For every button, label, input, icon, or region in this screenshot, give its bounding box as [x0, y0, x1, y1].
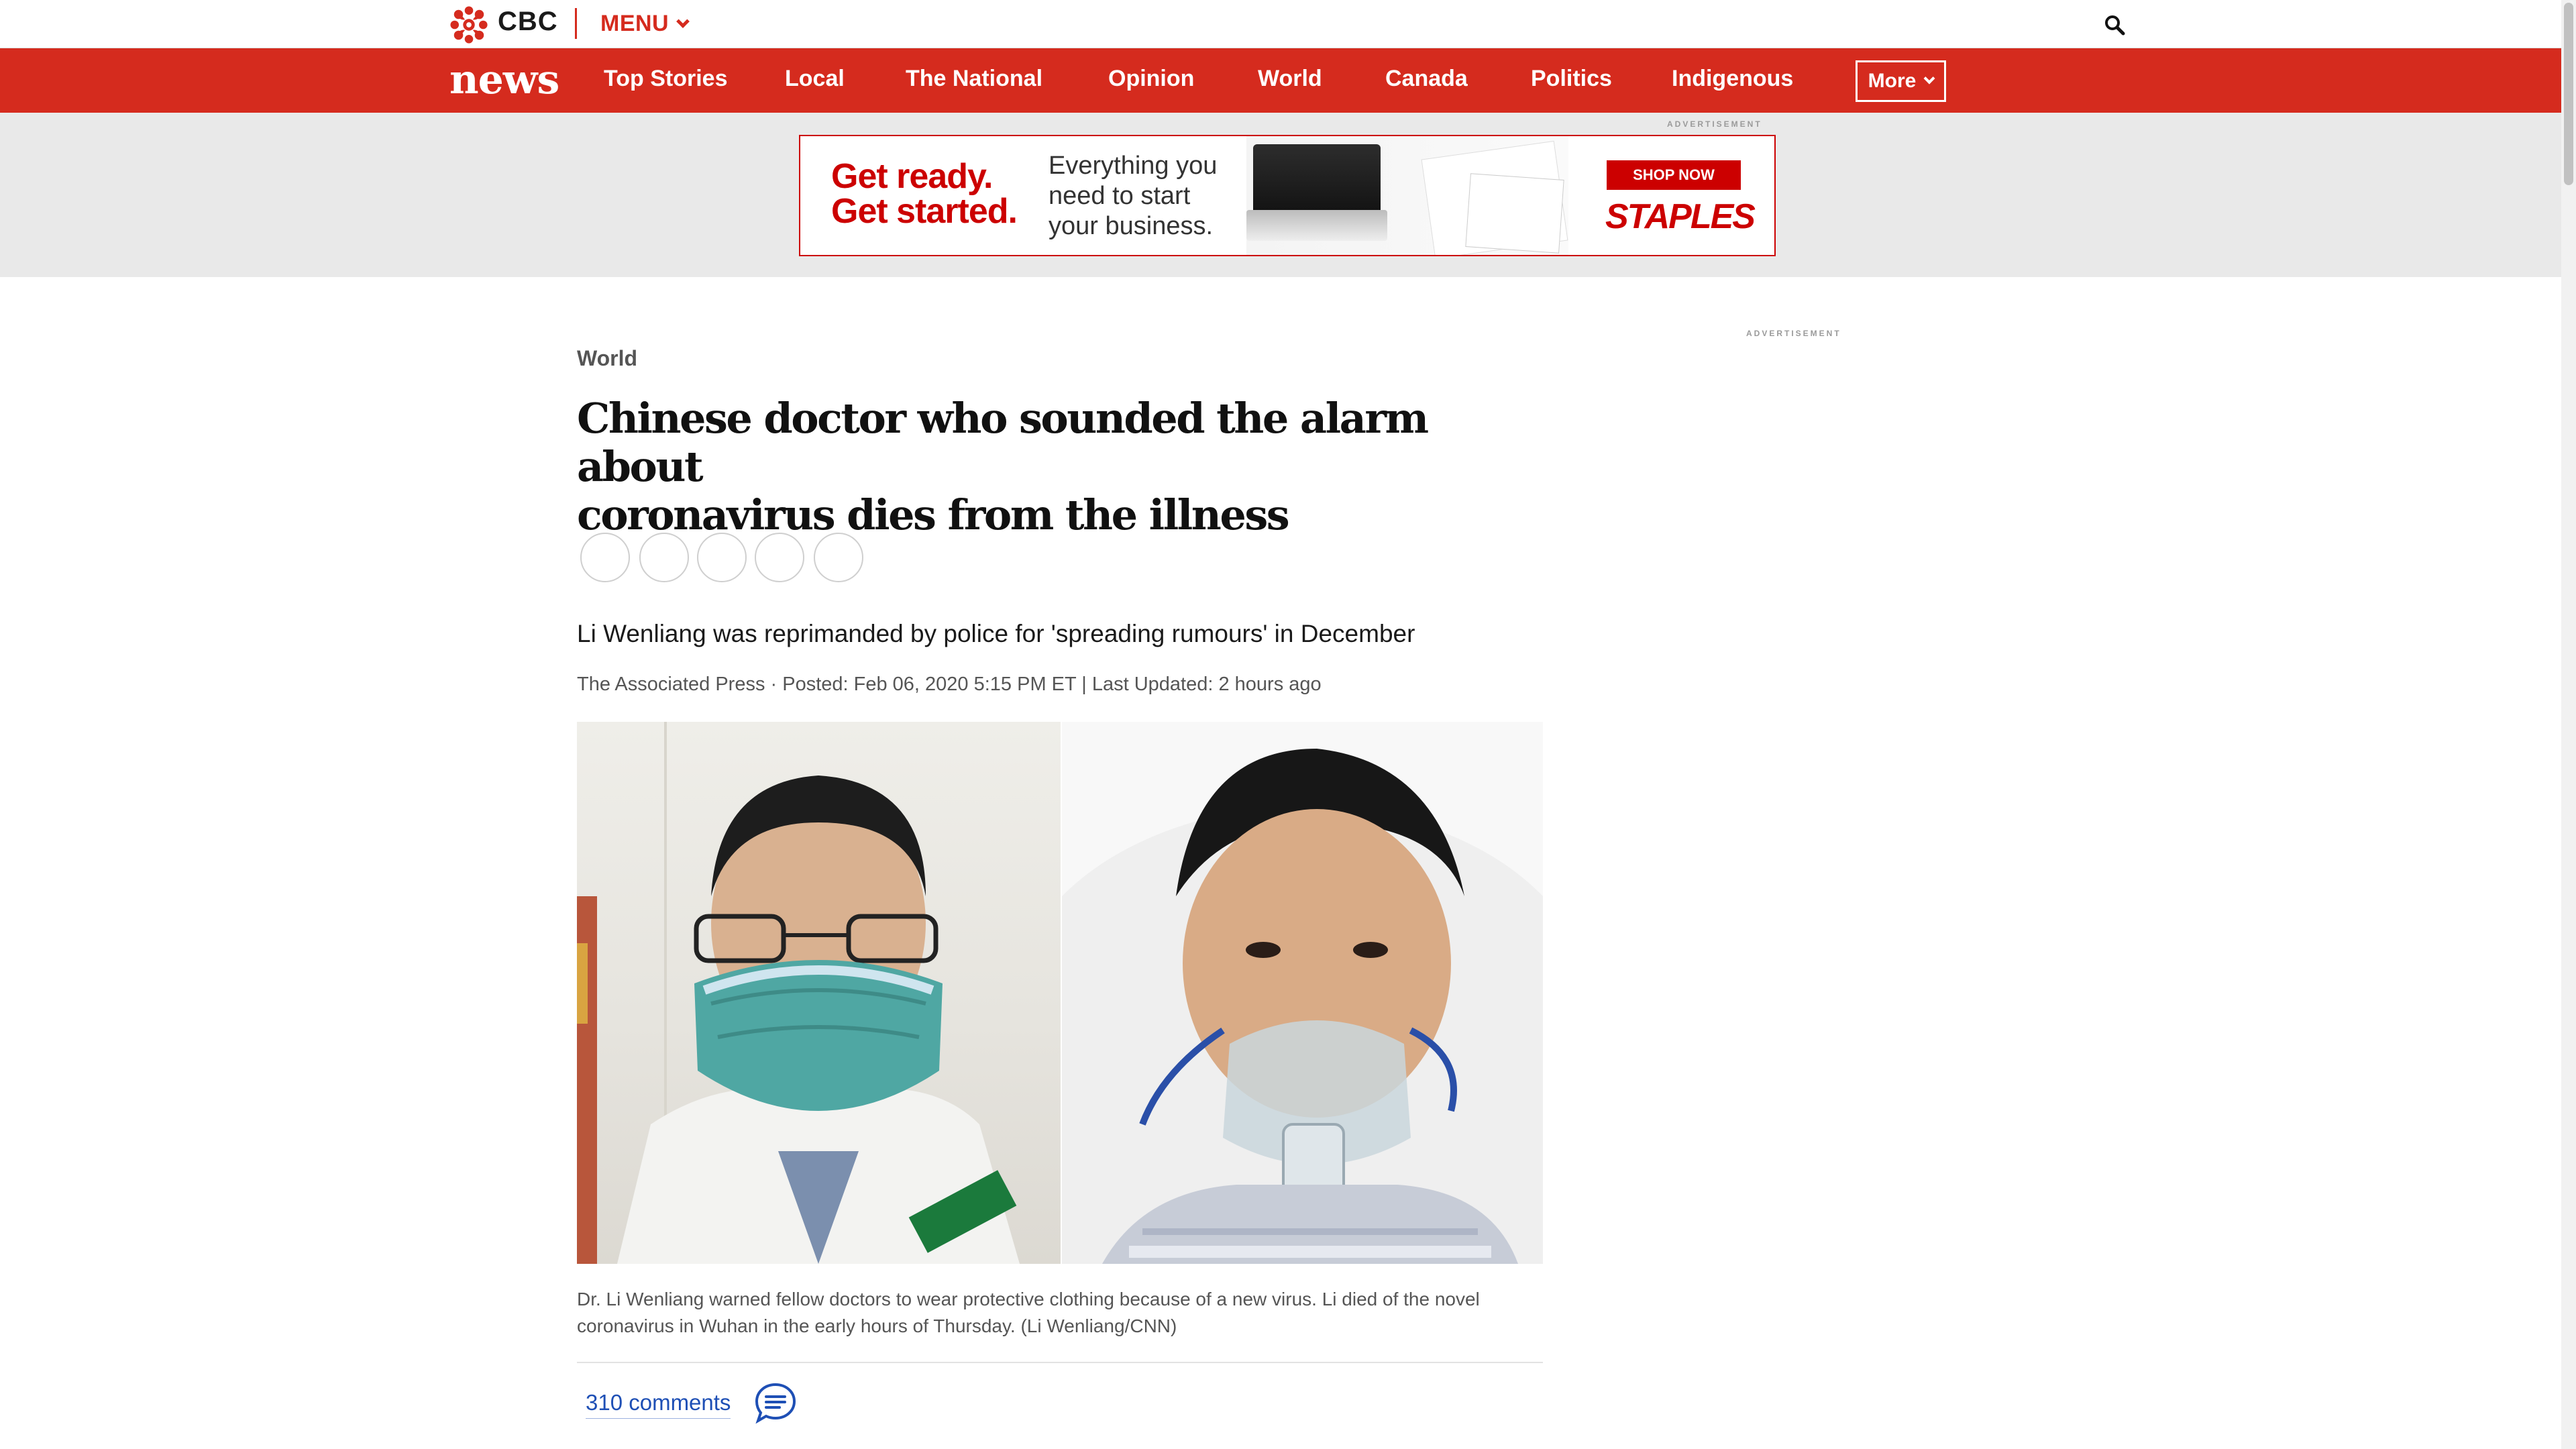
sidebar-ad-label: ADVERTISEMENT: [1746, 329, 1841, 338]
chevron-down-icon: [1923, 72, 1935, 85]
stamp-base: [1246, 210, 1387, 241]
nav-item-opinion[interactable]: Opinion: [1108, 66, 1194, 92]
ad-headline-line-1: Get ready.: [831, 157, 993, 196]
comments-link[interactable]: 310 comments: [586, 1390, 731, 1419]
top-divider: [575, 8, 577, 39]
nav-item-local[interactable]: Local: [785, 66, 845, 92]
stamp-body: [1253, 144, 1381, 218]
cbc-wordmark[interactable]: CBC: [498, 7, 558, 37]
staples-ad-banner[interactable]: Get ready. Get started. Everything you n…: [799, 135, 1776, 256]
comments-icon[interactable]: [753, 1381, 798, 1425]
section-label[interactable]: World: [577, 346, 637, 371]
staples-logo: STAPLES: [1605, 197, 1756, 236]
nav-item-politics[interactable]: Politics: [1531, 66, 1612, 92]
photo-caption: Dr. Li Wenliang warned fellow doctors to…: [577, 1286, 1543, 1340]
menu-button[interactable]: MENU: [600, 11, 690, 37]
caption-line-2: coronavirus in Wuhan in the early hours …: [577, 1316, 1177, 1336]
ad-headline: Get ready. Get started.: [831, 157, 1018, 231]
divider: [577, 1362, 1543, 1363]
scrollbar[interactable]: [2561, 0, 2576, 1449]
share-icon-2[interactable]: [639, 533, 689, 582]
share-icon-1[interactable]: [580, 533, 630, 582]
news-logo[interactable]: news: [449, 56, 559, 103]
ad-label: ADVERTISEMENT: [1667, 119, 1762, 129]
article-photo[interactable]: [577, 722, 1543, 1264]
cbc-gem-icon[interactable]: [449, 5, 488, 44]
ad-product-image: [1246, 136, 1568, 255]
scrollbar-thumb[interactable]: [2564, 3, 2573, 185]
nav-item-the-national[interactable]: The National: [906, 66, 1042, 92]
share-icon-5[interactable]: [814, 533, 863, 582]
nav-item-indigenous[interactable]: Indigenous: [1672, 66, 1793, 92]
ad-sub-line-1: Everything you: [1049, 152, 1218, 180]
menu-label: MENU: [600, 11, 669, 36]
caption-line-1: Dr. Li Wenliang warned fellow doctors to…: [577, 1289, 1480, 1309]
ad-sub-line-3: your business.: [1049, 212, 1214, 240]
article-byline: The Associated Press · Posted: Feb 06, 2…: [577, 674, 1322, 695]
search-icon[interactable]: [2103, 13, 2126, 36]
ad-sub-line-2: need to start: [1049, 182, 1191, 210]
article-deck: Li Wenliang was reprimanded by police fo…: [577, 620, 1415, 647]
ad-paper-image-2: [1465, 173, 1564, 254]
shop-now-button[interactable]: SHOP NOW: [1607, 160, 1741, 190]
main-nav: news Top Stories Local The National Opin…: [0, 48, 2561, 113]
more-label: More: [1868, 70, 1917, 92]
share-icon-4[interactable]: [755, 533, 804, 582]
doctor-hospital-illustration: [1062, 722, 1543, 1264]
ad-band: ADVERTISEMENT Get ready. Get started. Ev…: [0, 113, 2561, 277]
nav-item-top-stories[interactable]: Top Stories: [604, 66, 728, 92]
headline-line-1: Chinese doctor who sounded the alarm abo…: [577, 394, 1429, 491]
top-utility-bar: CBC MENU: [0, 0, 2561, 48]
nav-item-world[interactable]: World: [1258, 66, 1322, 92]
article-headline: Chinese doctor who sounded the alarm abo…: [577, 394, 1556, 539]
photo-left-panel: [577, 722, 1061, 1264]
nav-item-canada[interactable]: Canada: [1385, 66, 1468, 92]
share-icon-3[interactable]: [697, 533, 747, 582]
ad-subtext: Everything you need to start your busine…: [1049, 151, 1217, 241]
doctor-masked-illustration: [577, 722, 1020, 1264]
more-button[interactable]: More: [1856, 60, 1946, 102]
ad-headline-line-2: Get started.: [831, 192, 1018, 231]
chevron-down-icon: [676, 14, 690, 28]
photo-right-panel: [1062, 722, 1543, 1264]
